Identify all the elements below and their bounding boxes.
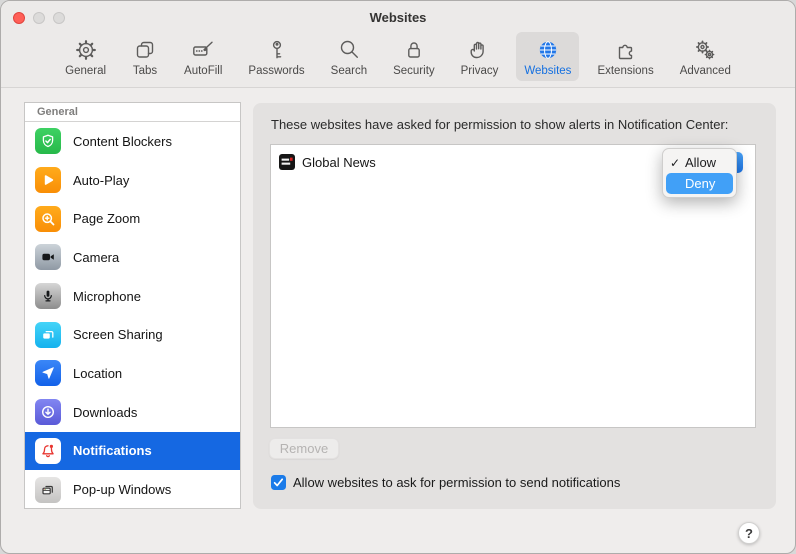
- remove-button[interactable]: Remove: [269, 438, 339, 459]
- global-news-favicon: [279, 154, 295, 170]
- magnifier-plus-icon: [35, 206, 61, 232]
- lock-icon: [401, 37, 427, 63]
- tab-label: General: [65, 65, 106, 77]
- bell-icon: [35, 438, 61, 464]
- tab-security[interactable]: Security: [385, 32, 443, 81]
- hand-icon: [466, 37, 492, 63]
- tab-label: Websites: [524, 65, 571, 77]
- sidebar-item-label: Content Blockers: [73, 134, 172, 149]
- sidebar-item-label: Microphone: [73, 289, 141, 304]
- sidebar-item-label: Screen Sharing: [73, 327, 163, 342]
- sidebar-section-header: General: [25, 103, 240, 122]
- window-title: Websites: [1, 10, 795, 25]
- sidebar-item-camera[interactable]: Camera: [25, 238, 240, 277]
- sidebar-item-label: Location: [73, 366, 122, 381]
- menu-item-label: Allow: [685, 155, 716, 170]
- screens-icon: [35, 322, 61, 348]
- tab-autofill[interactable]: AutoFill: [176, 32, 230, 81]
- camera-icon: [35, 244, 61, 270]
- shield-check-icon: [35, 128, 61, 154]
- gear-icon: [73, 37, 99, 63]
- sidebar-item-label: Auto-Play: [73, 173, 129, 188]
- help-button[interactable]: ?: [738, 522, 760, 544]
- tab-label: Extensions: [597, 65, 653, 77]
- tab-websites[interactable]: Websites: [516, 32, 579, 81]
- sidebar-item-notifications[interactable]: Notifications: [25, 432, 240, 471]
- play-icon: [35, 167, 61, 193]
- tabs-icon: [132, 37, 158, 63]
- tab-label: Search: [331, 65, 367, 77]
- sidebar-item-page-zoom[interactable]: Page Zoom: [25, 199, 240, 238]
- magnifier-icon: [336, 37, 362, 63]
- sidebar-item-label: Notifications: [73, 443, 152, 458]
- sidebar-item-location[interactable]: Location: [25, 354, 240, 393]
- notifications-pane: These websites have asked for permission…: [253, 103, 776, 509]
- permission-dropdown-menu: ✓ Allow Deny: [662, 148, 737, 198]
- tab-label: Passwords: [248, 65, 304, 77]
- menu-item-allow[interactable]: ✓ Allow: [666, 152, 733, 173]
- sidebar-item-content-blockers[interactable]: Content Blockers: [25, 122, 240, 161]
- window-header: Websites General Tabs AutoFill: [1, 1, 795, 88]
- tab-extensions[interactable]: Extensions: [589, 32, 661, 81]
- checkmark-icon: ✓: [670, 156, 683, 170]
- safari-preferences-window: Websites General Tabs AutoFill: [0, 0, 796, 554]
- sidebar-item-label: Downloads: [73, 405, 137, 420]
- tab-label: AutoFill: [184, 65, 222, 77]
- preferences-toolbar: General Tabs AutoFill Passwords: [1, 32, 795, 81]
- sidebar-item-screen-sharing[interactable]: Screen Sharing: [25, 315, 240, 354]
- site-name: Global News: [302, 155, 376, 170]
- tab-label: Security: [393, 65, 435, 77]
- puzzle-icon: [613, 37, 639, 63]
- download-circle-icon: [35, 399, 61, 425]
- menu-item-label: Deny: [685, 176, 715, 191]
- location-arrow-icon: [35, 360, 61, 386]
- websites-sidebar: General Content Blockers Auto-Play Page …: [24, 102, 241, 509]
- sidebar-item-label: Pop-up Windows: [73, 482, 171, 497]
- windows-icon: [35, 477, 61, 503]
- microphone-icon: [35, 283, 61, 309]
- tab-advanced[interactable]: Advanced: [672, 32, 739, 81]
- checkbox-checked[interactable]: [271, 475, 286, 490]
- sidebar-item-popup-windows[interactable]: Pop-up Windows: [25, 470, 240, 509]
- tab-tabs[interactable]: Tabs: [124, 32, 166, 81]
- tab-passwords[interactable]: Passwords: [240, 32, 312, 81]
- tab-label: Privacy: [461, 65, 499, 77]
- sidebar-item-downloads[interactable]: Downloads: [25, 393, 240, 432]
- ask-permission-row: Allow websites to ask for permission to …: [271, 475, 620, 490]
- tab-search[interactable]: Search: [323, 32, 375, 81]
- gears-icon: [692, 37, 718, 63]
- pane-description: These websites have asked for permission…: [271, 117, 728, 132]
- checkbox-label: Allow websites to ask for permission to …: [293, 475, 620, 490]
- sidebar-item-microphone[interactable]: Microphone: [25, 277, 240, 316]
- globe-icon: [535, 37, 561, 63]
- sidebar-item-label: Camera: [73, 250, 119, 265]
- menu-item-deny[interactable]: Deny: [666, 173, 733, 194]
- sidebar-item-label: Page Zoom: [73, 211, 140, 226]
- key-icon: [264, 37, 290, 63]
- sidebar-item-auto-play[interactable]: Auto-Play: [25, 161, 240, 200]
- tab-label: Tabs: [133, 65, 157, 77]
- autofill-icon: [190, 37, 216, 63]
- tab-label: Advanced: [680, 65, 731, 77]
- tab-general[interactable]: General: [57, 32, 114, 81]
- tab-privacy[interactable]: Privacy: [453, 32, 507, 81]
